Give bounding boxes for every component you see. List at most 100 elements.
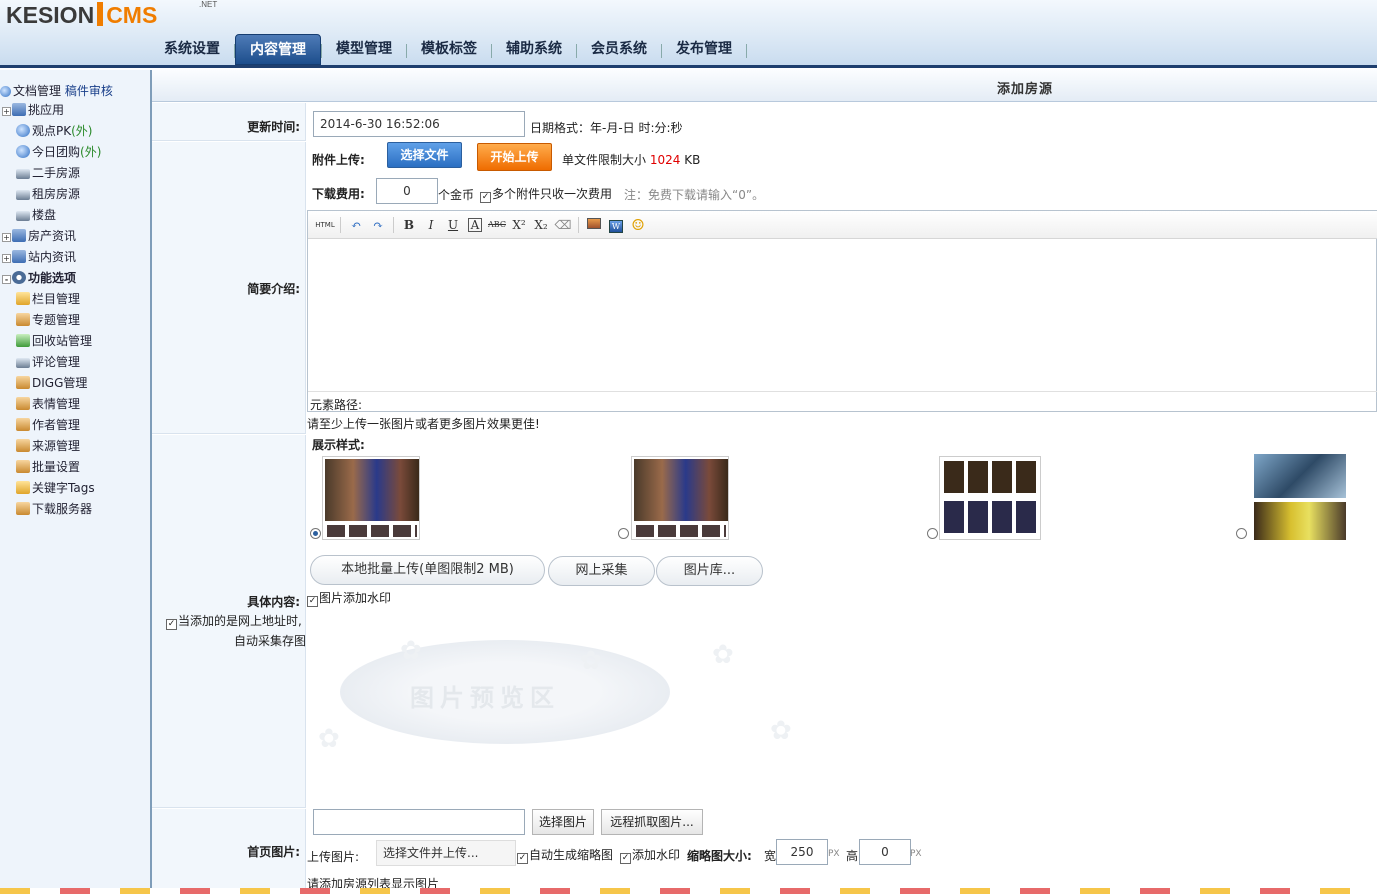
sidebar-item-site-news[interactable]: + 站内资讯 xyxy=(2,247,76,267)
display-style-radio-4[interactable] xyxy=(1236,528,1247,539)
sidebar-item-comments[interactable]: 评论管理 xyxy=(16,352,80,372)
sidebar-item-sources[interactable]: 来源管理 xyxy=(16,436,80,456)
choose-image-button[interactable]: 选择图片 xyxy=(532,809,594,835)
monitor-icon xyxy=(16,190,30,200)
superscript-icon[interactable]: X² xyxy=(508,215,530,235)
sidebar-item-functions[interactable]: - 功能选项 xyxy=(2,268,76,288)
sidebar-item-recycle[interactable]: 回收站管理 xyxy=(16,331,92,351)
sidebar-item-apps[interactable]: + 挑应用 xyxy=(2,100,64,120)
choose-file-button[interactable]: 选择文件 xyxy=(387,142,462,168)
width-label: 宽 xyxy=(764,849,777,863)
author-icon xyxy=(16,418,30,431)
sidebar-doc-mgmt[interactable]: 文档管理 xyxy=(13,84,61,98)
sidebar-item-topics[interactable]: 专题管理 xyxy=(16,310,80,330)
sidebar-item-tags[interactable]: 关键字Tags xyxy=(16,478,95,498)
file-limit-text: 单文件限制大小 1024 KB xyxy=(562,153,701,167)
download-icon xyxy=(16,502,30,515)
subscript-icon[interactable]: X₂ xyxy=(530,215,552,235)
auto-thumb-checkbox[interactable]: ✓ xyxy=(517,853,528,864)
nav-tab-template-tags[interactable]: 模板标签 xyxy=(407,34,491,65)
watermark-option[interactable]: ✓ 图片添加水印 xyxy=(307,589,391,607)
folder-app-icon xyxy=(12,229,26,242)
nav-tab-system-settings[interactable]: 系统设置 xyxy=(150,34,234,65)
style-thumb-2[interactable] xyxy=(631,456,729,540)
html-source-icon[interactable]: HTML xyxy=(314,215,336,235)
display-style-radio-3[interactable] xyxy=(927,528,938,539)
display-style-radio-2[interactable] xyxy=(618,528,629,539)
home-image-input[interactable] xyxy=(313,809,525,835)
watermark-checkbox[interactable]: ✓ xyxy=(307,596,318,607)
update-time-input[interactable]: 2014-6-30 16:52:06 xyxy=(313,111,525,137)
thumb-width-input[interactable]: 250 xyxy=(776,839,828,865)
image-icon[interactable] xyxy=(583,215,605,235)
local-batch-upload-button[interactable]: 本地批量上传(单图限制2 MB) xyxy=(310,555,545,585)
sidebar-review-link[interactable]: 稿件审核 xyxy=(65,84,113,98)
sidebar-item-download-server[interactable]: 下载服务器 xyxy=(16,499,92,519)
auto-collect-checkbox[interactable]: ✓ xyxy=(166,619,177,630)
rich-text-editor[interactable]: HTML ↶ ↷ B I U A ABC X² X₂ ⌫ W ☺ xyxy=(307,210,1377,412)
multi-attach-option[interactable]: ✓ 多个附件只收一次费用 xyxy=(480,185,612,203)
element-path: 元素路径: xyxy=(310,398,363,412)
style-thumb-1[interactable] xyxy=(322,456,420,540)
nav-tab-member-system[interactable]: 会员系统 xyxy=(577,34,661,65)
sidebar-item-groupbuy[interactable]: 今日团购(外) xyxy=(16,142,101,162)
header: KESION CMS .NET 系统设置 内容管理 模型管理 模板标签 辅助系统 … xyxy=(0,0,1377,68)
nav-tab-auxiliary-system[interactable]: 辅助系统 xyxy=(492,34,576,65)
batch-icon xyxy=(16,460,30,473)
sidebar-item-emotions[interactable]: 表情管理 xyxy=(16,394,80,414)
tags-icon xyxy=(16,481,30,494)
sidebar-item-rental[interactable]: 租房房源 xyxy=(16,184,80,204)
source-icon xyxy=(16,439,30,452)
italic-icon[interactable]: I xyxy=(420,215,442,235)
footer-decoration xyxy=(0,888,1377,894)
add-watermark-option[interactable]: ✓ 添加水印 xyxy=(620,846,680,864)
globe-icon xyxy=(16,124,30,137)
nav-tab-content-management[interactable]: 内容管理 xyxy=(235,34,321,65)
multi-attach-checkbox[interactable]: ✓ xyxy=(480,192,491,203)
style-thumb-4[interactable] xyxy=(1254,454,1348,540)
download-fee-input[interactable]: 0 xyxy=(376,178,438,204)
sidebar-item-secondhand[interactable]: 二手房源 xyxy=(16,163,80,183)
font-color-icon[interactable]: A xyxy=(468,217,482,232)
upload-select-input[interactable]: 选择文件并上传... xyxy=(376,840,516,866)
word-paste-icon[interactable]: W xyxy=(605,215,627,235)
strikethrough-icon[interactable]: ABC xyxy=(486,215,508,235)
sidebar-item-digg[interactable]: DIGG管理 xyxy=(16,373,87,393)
auto-collect-option[interactable]: ✓ 当添加的是网上地址时, xyxy=(166,612,302,630)
online-collect-button[interactable]: 网上采集 xyxy=(548,556,655,586)
editor-toolbar: HTML ↶ ↷ B I U A ABC X² X₂ ⌫ W ☺ xyxy=(308,211,1377,239)
sidebar-item-building[interactable]: 楼盘 xyxy=(16,205,56,225)
date-format-hint: 日期格式：年-月-日 时:分:秒 xyxy=(530,121,683,135)
style-thumb-3[interactable] xyxy=(939,456,1041,540)
remote-fetch-button[interactable]: 远程抓取图片... xyxy=(601,809,703,835)
content-label: 具体内容: xyxy=(247,595,300,609)
eraser-icon[interactable]: ⌫ xyxy=(552,215,574,235)
folder-app-icon xyxy=(12,103,26,116)
sidebar-item-columns[interactable]: 栏目管理 xyxy=(16,289,80,309)
sidebar-item-authors[interactable]: 作者管理 xyxy=(16,415,80,435)
page-title: 添加房源 xyxy=(997,82,1054,97)
image-library-button[interactable]: 图片库... xyxy=(656,556,763,586)
bold-icon[interactable]: B xyxy=(398,215,420,235)
update-time-label: 更新时间: xyxy=(247,120,300,134)
underline-icon[interactable]: U xyxy=(442,215,464,235)
sidebar-item-pk[interactable]: 观点PK(外) xyxy=(16,121,92,141)
start-upload-button[interactable]: 开始上传 xyxy=(477,143,552,171)
logo-text-kesion: KESION xyxy=(6,2,95,28)
sidebar-item-realestate-news[interactable]: + 房产资讯 xyxy=(2,226,76,246)
paw-icon: ✿ xyxy=(318,724,340,754)
display-style-radio-1[interactable] xyxy=(310,528,321,539)
nav-tab-publish-management[interactable]: 发布管理 xyxy=(662,34,746,65)
auto-thumb-option[interactable]: ✓ 自动生成缩略图 xyxy=(517,846,613,864)
monitor-icon xyxy=(16,211,30,221)
add-watermark-checkbox[interactable]: ✓ xyxy=(620,853,631,864)
redo-icon[interactable]: ↷ xyxy=(367,215,389,235)
thumb-height-input[interactable]: 0 xyxy=(859,839,911,865)
sidebar-item-batch[interactable]: 批量设置 xyxy=(16,457,80,477)
preview-area-label: 图片预览区 xyxy=(410,684,560,712)
undo-icon[interactable]: ↶ xyxy=(345,215,367,235)
nav-tab-model-management[interactable]: 模型管理 xyxy=(322,34,406,65)
smiley-icon[interactable]: ☺ xyxy=(627,215,649,235)
display-style-label: 展示样式: xyxy=(312,438,365,452)
main-nav: 系统设置 内容管理 模型管理 模板标签 辅助系统 会员系统 发布管理 xyxy=(150,34,747,65)
